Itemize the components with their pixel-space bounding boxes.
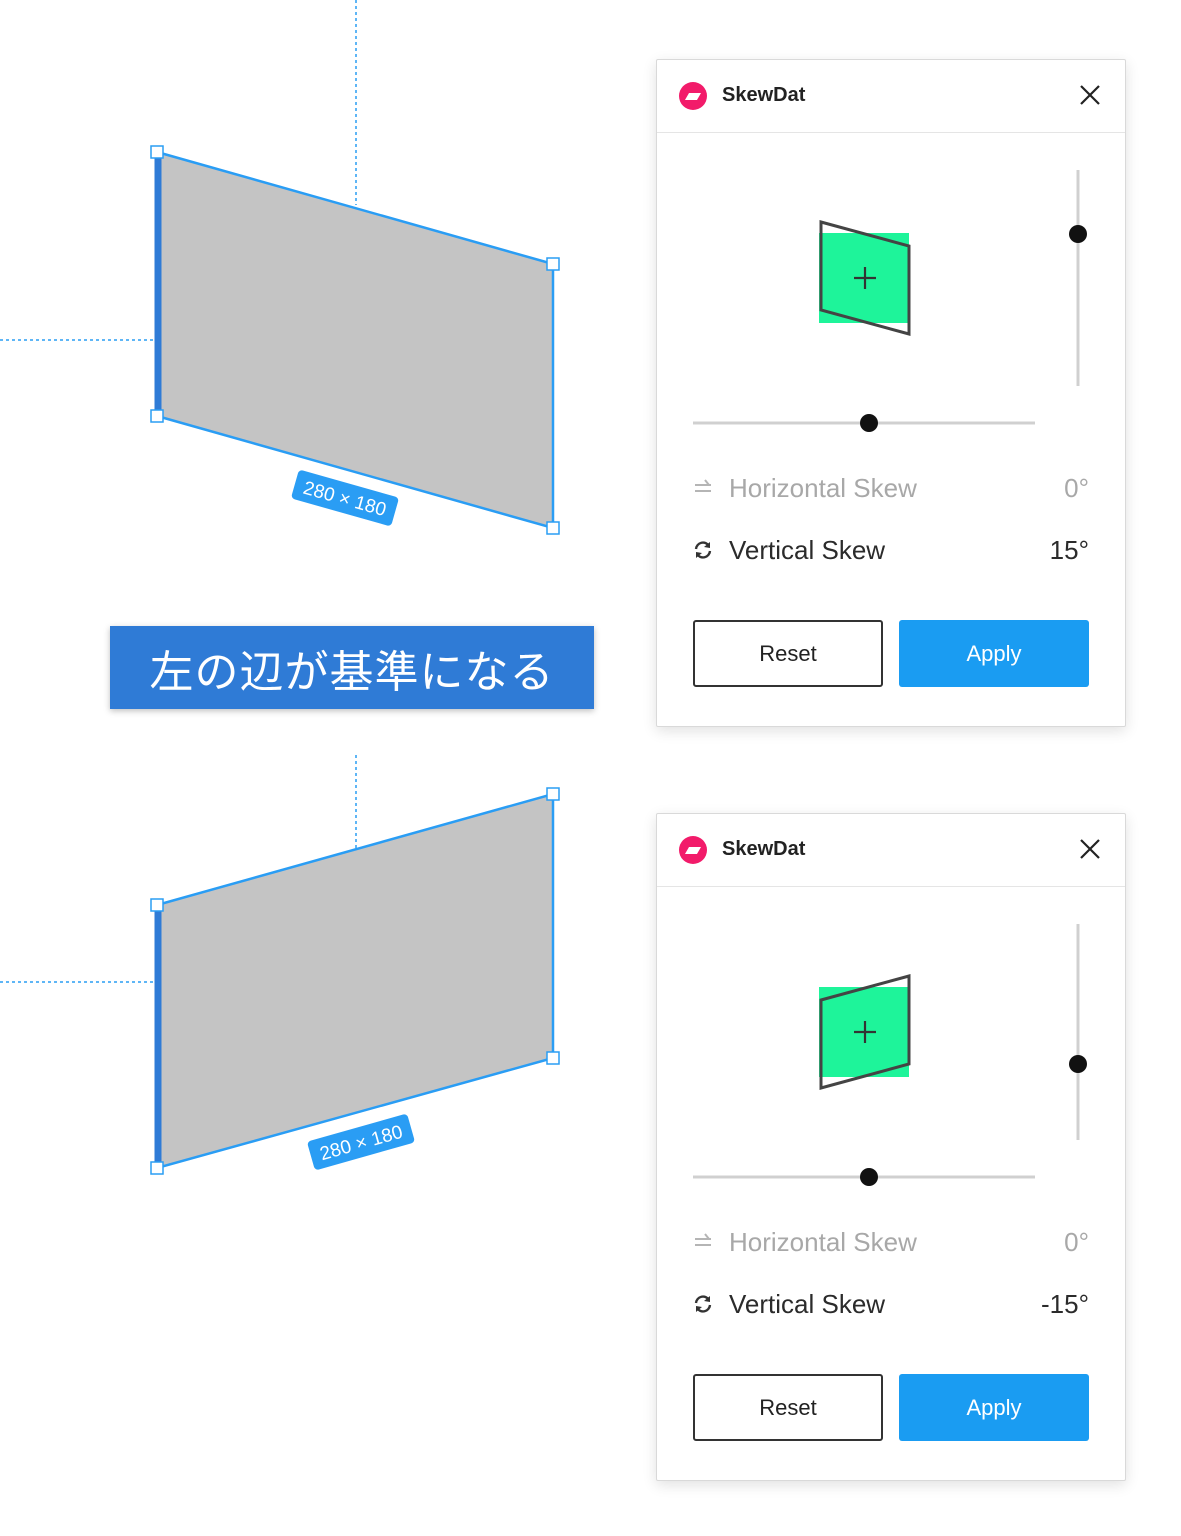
resize-handle[interactable] xyxy=(546,787,560,801)
skew-preview xyxy=(819,974,911,1090)
apply-button[interactable]: Apply xyxy=(899,620,1089,687)
resize-handle[interactable] xyxy=(546,1051,560,1065)
vertical-skew-slider-thumb[interactable] xyxy=(1069,225,1087,243)
skewdat-panel: SkewDat Horizontal Skew 0° Vertical Skew… xyxy=(656,813,1126,1481)
resize-handle[interactable] xyxy=(150,409,164,423)
skew-preview xyxy=(819,220,911,336)
resize-handle[interactable] xyxy=(150,145,164,159)
vertical-skew-value: 15° xyxy=(1049,534,1089,565)
caption-banner: 左の辺が基準になる xyxy=(110,626,594,709)
skewed-rectangle-top[interactable] xyxy=(150,145,560,535)
horizontal-skew-row[interactable]: Horizontal Skew 0° xyxy=(691,468,1089,508)
vertical-skew-label: Vertical Skew xyxy=(729,534,886,565)
horizontal-skew-label: Horizontal Skew xyxy=(729,472,917,503)
resize-handle[interactable] xyxy=(150,898,164,912)
skewdat-panel: SkewDat Horizontal Skew 0° Vertical Skew… xyxy=(656,59,1126,727)
vertical-skew-slider-thumb[interactable] xyxy=(1069,1055,1087,1073)
vertical-skew-label: Vertical Skew xyxy=(729,1288,886,1319)
reset-button[interactable]: Reset xyxy=(693,620,883,687)
horizontal-skew-slider-thumb[interactable] xyxy=(860,414,878,432)
horizontal-skew-label: Horizontal Skew xyxy=(729,1226,917,1257)
resize-handle[interactable] xyxy=(546,257,560,271)
panel-header: SkewDat xyxy=(657,814,1125,887)
skewdat-logo-icon xyxy=(679,836,707,864)
resize-handle[interactable] xyxy=(150,1161,164,1175)
reset-button[interactable]: Reset xyxy=(693,1374,883,1441)
horizontal-skew-icon xyxy=(695,479,711,492)
refresh-icon xyxy=(694,1295,712,1313)
close-icon[interactable] xyxy=(1075,80,1105,110)
skew-preview-area xyxy=(693,170,1087,432)
horizontal-skew-row[interactable]: Horizontal Skew 0° xyxy=(691,1222,1089,1262)
apply-button[interactable]: Apply xyxy=(899,1374,1089,1441)
vertical-skew-value: -15° xyxy=(1041,1288,1089,1319)
skewdat-logo-icon xyxy=(679,82,707,110)
vertical-skew-row[interactable]: Vertical Skew -15° xyxy=(691,1284,1089,1324)
panel-header: SkewDat xyxy=(657,60,1125,133)
horizontal-skew-slider-thumb[interactable] xyxy=(860,1168,878,1186)
panel-title: SkewDat xyxy=(722,838,806,860)
panel-title: SkewDat xyxy=(722,84,806,106)
horizontal-skew-value: 0° xyxy=(1064,1226,1089,1257)
vertical-skew-row[interactable]: Vertical Skew 15° xyxy=(691,530,1089,570)
resize-handle[interactable] xyxy=(546,521,560,535)
skew-preview-area xyxy=(693,924,1087,1186)
close-icon[interactable] xyxy=(1075,834,1105,864)
design-canvas: 280 × 180 280 × 180 xyxy=(0,0,560,1175)
horizontal-skew-value: 0° xyxy=(1064,472,1089,503)
skewed-rectangle-bottom[interactable] xyxy=(150,787,560,1175)
refresh-icon xyxy=(694,541,712,559)
horizontal-skew-icon xyxy=(695,1233,711,1246)
